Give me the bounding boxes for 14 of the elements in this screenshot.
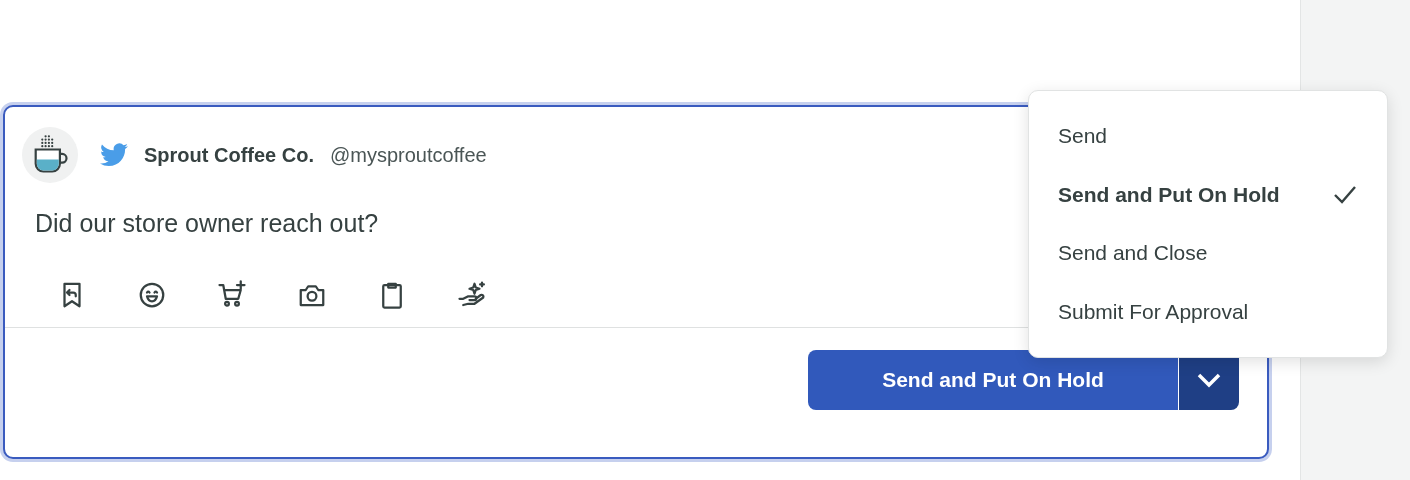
checkmark-icon: [1333, 184, 1357, 205]
cart-plus-icon[interactable]: [217, 280, 247, 310]
coffee-cup-avatar: [22, 127, 78, 183]
send-button[interactable]: Send and Put On Hold: [808, 350, 1178, 410]
menu-item[interactable]: Send and Put On Hold: [1029, 165, 1387, 224]
message-text: Did our store owner reach out?: [35, 209, 380, 238]
menu-item[interactable]: Send: [1029, 107, 1387, 166]
emoji-icon[interactable]: [137, 280, 167, 310]
account-handle: @mysproutcoffee: [330, 143, 487, 167]
menu-item[interactable]: Submit For Approval: [1029, 282, 1387, 341]
menu-item[interactable]: Send and Close: [1029, 224, 1387, 283]
account-name: Sprout Coffee Co.: [144, 143, 314, 167]
bird-icon: [100, 143, 128, 167]
chevron-down-icon: [1196, 372, 1222, 388]
